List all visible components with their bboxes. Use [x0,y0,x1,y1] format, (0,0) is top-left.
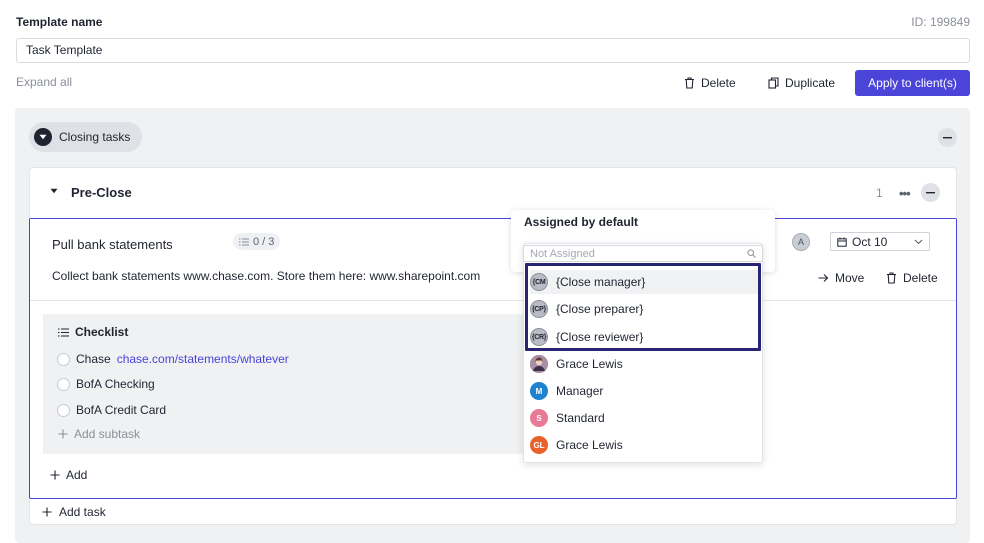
assignee-option-label: Standard [556,411,605,425]
due-date-select[interactable]: Oct 10 [830,232,930,251]
template-name-label: Template name [16,15,103,29]
assignee-option[interactable]: M Manager [530,379,758,403]
trash-icon [886,272,897,284]
due-date-value: Oct 10 [852,234,888,249]
assignee-option-label: Grace Lewis [556,438,623,452]
list-icon [239,238,249,246]
checklist-item-link[interactable]: chase.com/statements/whatever [117,352,289,366]
assignee-option[interactable]: GL Grace Lewis [530,433,758,457]
group-caret-icon[interactable] [50,188,58,194]
delete-task-button[interactable]: Delete [886,271,938,285]
checklist-item[interactable]: BofA Credit Card [57,403,166,417]
checklist-header: Checklist [58,325,128,339]
chevron-down-icon [914,239,923,245]
move-label: Move [835,271,865,285]
task-description: Collect bank statements www.chase.com. S… [52,269,481,283]
more-options-icon[interactable]: ••• [899,186,911,201]
template-id: ID: 199849 [911,15,970,29]
assignee-option-label: Grace Lewis [556,357,623,371]
add-button[interactable]: Add [50,468,87,482]
assignee-option[interactable]: S Standard [530,406,758,430]
check-circle[interactable] [57,377,70,391]
section-toggle-closing-tasks[interactable]: Closing tasks [29,122,143,152]
group-title: Pre-Close [71,185,132,200]
plus-icon [50,470,60,480]
calendar-icon [837,237,847,247]
duplicate-button[interactable]: Duplicate [768,70,835,96]
initial-avatar: S [530,409,548,427]
delete-template-label: Delete [701,76,736,90]
search-icon [747,249,756,258]
assignee-option[interactable]: Grace Lewis [530,352,758,376]
initial-avatar: GL [530,436,548,454]
add-task-button[interactable]: Add task [42,505,106,519]
task-header [30,219,956,301]
assignee-avatar[interactable]: A [792,233,810,251]
add-task-label: Add task [59,505,106,519]
assignee-option-label: Manager [556,384,604,398]
copy-icon [768,77,779,89]
move-task-button[interactable]: Move [818,271,864,285]
plus-icon [42,507,52,517]
assignee-search-input[interactable]: Not Assigned [523,245,763,262]
subtask-count: 0 / 3 [253,235,275,248]
checklist-item-label: BofA Credit Card [76,403,167,417]
role-options-highlight [525,263,761,351]
check-circle[interactable] [57,403,70,417]
group-task-count: 1 [876,186,883,200]
assign-popover-title: Assigned by default [524,215,639,229]
section-title: Closing tasks [59,130,131,144]
checklist-item[interactable]: Chase chase.com/statements/whatever [57,352,289,366]
assignee-search-placeholder: Not Assigned [530,247,595,260]
user-photo-avatar [530,355,548,373]
caret-down-icon [34,128,52,146]
collapse-section-button[interactable] [938,128,957,147]
delete-task-label: Delete [903,271,938,285]
apply-to-clients-button[interactable]: Apply to client(s) [855,70,970,96]
checklist-icon [58,327,69,337]
arrow-right-icon [818,273,829,283]
add-label: Add [66,468,88,482]
checklist-item-label: Chase [76,352,111,366]
initial-avatar: M [530,382,548,400]
template-name-input[interactable]: Task Template [16,38,970,63]
add-subtask-label: Add subtask [74,427,141,441]
checklist-item[interactable]: BofA Checking [57,377,155,391]
task-title[interactable]: Pull bank statements [52,237,173,252]
check-circle[interactable] [57,352,70,366]
delete-template-button[interactable]: Delete [684,70,736,96]
duplicate-label: Duplicate [785,76,836,90]
collapse-group-button[interactable] [921,183,940,202]
checklist-title: Checklist [75,325,129,339]
subtask-count-badge: 0 / 3 [233,233,281,250]
add-subtask-button[interactable]: Add subtask [58,427,140,441]
checklist-item-label: BofA Checking [76,377,155,391]
plus-icon [58,429,68,439]
expand-all-link[interactable]: Expand all [16,75,72,89]
trash-icon [684,77,695,89]
